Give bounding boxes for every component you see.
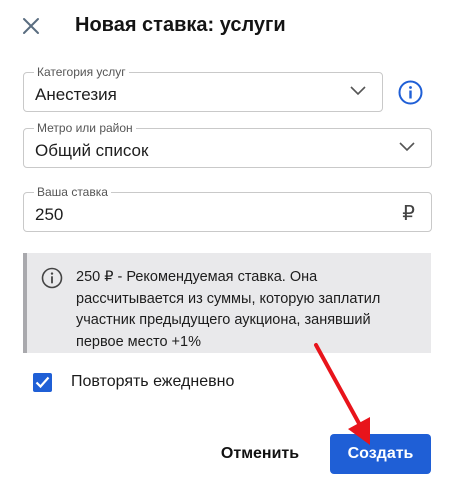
metro-select[interactable]: Метро или район Общий список <box>23 121 432 168</box>
dialog-title: Новая ставка: услуги <box>75 14 286 36</box>
close-icon[interactable] <box>20 15 42 37</box>
arrow-annotation <box>314 343 370 445</box>
repeat-label[interactable]: Повторять ежедневно <box>71 373 234 391</box>
bid-value: 250 <box>35 205 64 224</box>
bid-input[interactable]: Ваша ставка 250 ₽ <box>23 185 432 232</box>
info-icon[interactable] <box>398 80 423 105</box>
category-label: Категория услуг <box>34 65 129 79</box>
metro-value: Общий список <box>35 141 149 160</box>
ruble-icon: ₽ <box>402 203 415 225</box>
info-icon <box>41 267 63 289</box>
chevron-down-icon <box>399 142 415 152</box>
category-value: Анестезия <box>35 85 117 104</box>
cancel-button[interactable]: Отменить <box>205 434 315 474</box>
bid-label: Ваша ставка <box>34 185 111 199</box>
repeat-checkbox[interactable] <box>33 373 52 392</box>
chevron-down-icon <box>350 86 366 96</box>
category-select[interactable]: Категория услуг Анестезия <box>23 65 383 112</box>
metro-label: Метро или район <box>34 121 136 135</box>
checkmark-icon <box>35 376 50 389</box>
